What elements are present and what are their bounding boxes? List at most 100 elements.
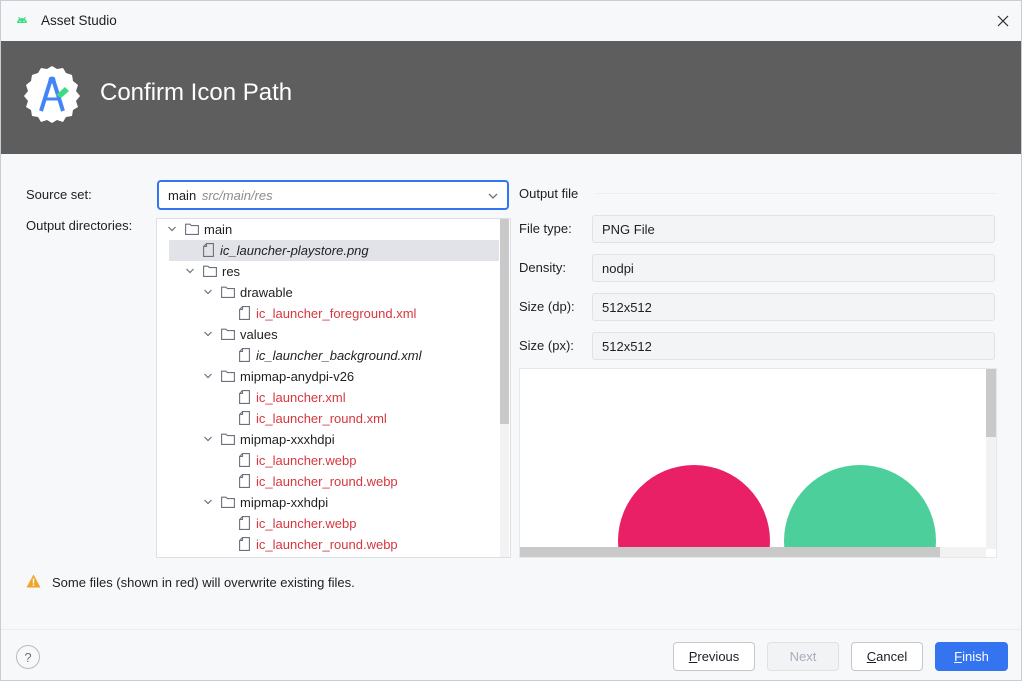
density-value: nodpi — [602, 261, 634, 276]
chevron-down-icon[interactable] — [203, 330, 213, 338]
cancel-button[interactable]: Cancel — [851, 642, 923, 671]
file-icon — [239, 390, 250, 404]
window-title: Asset Studio — [41, 13, 117, 28]
size-px-field: 512x512 — [592, 332, 995, 360]
file-type-value: PNG File — [602, 222, 655, 237]
file-icon — [239, 474, 250, 488]
density-field: nodpi — [592, 254, 995, 282]
footer-divider — [1, 629, 1021, 630]
file-icon — [239, 453, 250, 467]
size-px-label: Size (px): — [519, 338, 574, 353]
tree-file-row[interactable]: ic_launcher_round.webp — [157, 534, 499, 555]
section-divider — [597, 193, 997, 194]
folder-icon — [203, 265, 217, 277]
folder-icon — [185, 223, 199, 235]
file-icon — [203, 243, 214, 257]
folder-icon — [221, 496, 235, 508]
tree-folder-label: values — [240, 327, 278, 342]
chevron-down-icon[interactable] — [203, 435, 213, 443]
preview-vertical-thumb[interactable] — [986, 369, 996, 437]
file-icon — [239, 306, 250, 320]
source-set-label: Source set: — [26, 187, 92, 202]
tree-file-label-overwrite: ic_launcher_round.xml — [256, 411, 387, 426]
tree-file-label-overwrite: ic_launcher_round.webp — [256, 537, 398, 552]
output-directories-tree[interactable]: ic_launcher_round.webp ic_launcher.webp mi… — [156, 218, 511, 558]
help-icon: ? — [24, 649, 32, 665]
file-type-field: PNG File — [592, 215, 995, 243]
previous-button[interactable]: Previous — [673, 642, 755, 671]
file-icon — [239, 516, 250, 530]
density-label: Density: — [519, 260, 566, 275]
warning-icon — [26, 574, 41, 588]
tree-folder-row[interactable]: mipmap-xxxhdpi — [157, 429, 499, 450]
finish-button[interactable]: Finish — [935, 642, 1008, 671]
folder-icon — [221, 370, 235, 382]
size-dp-field: 512x512 — [592, 293, 995, 321]
source-set-value: main src/main/res — [168, 188, 273, 203]
tree-file-label: ic_launcher_background.xml — [256, 348, 422, 363]
output-directories-label: Output directories: — [26, 218, 133, 233]
title-bar: Asset Studio — [1, 1, 1021, 41]
chevron-down-icon[interactable] — [167, 225, 177, 233]
tree-folder-label: mipmap-anydpi-v26 — [240, 369, 355, 384]
header-banner: Confirm Icon Path — [1, 41, 1021, 154]
tree-file-row[interactable]: ic_launcher_round.webp — [157, 471, 499, 492]
tree-file-label-overwrite: ic_launcher_round.webp — [256, 474, 398, 489]
tree-folder-row[interactable]: mipmap-xxhdpi — [157, 492, 499, 513]
tree-folder-row[interactable]: drawable — [157, 282, 499, 303]
help-button[interactable]: ? — [16, 645, 40, 669]
asset-studio-dialog: Asset Studio Confirm Icon Path Source se… — [0, 0, 1022, 681]
tree-file-row[interactable]: ic_launcher_round.xml — [157, 408, 499, 429]
tree-file-label-overwrite: ic_launcher_foreground.xml — [256, 306, 417, 321]
file-icon — [239, 411, 250, 425]
next-button[interactable]: Next — [767, 642, 839, 671]
file-icon — [239, 348, 250, 362]
tree-folder-row[interactable]: values — [157, 324, 499, 345]
tree-file-row[interactable]: ic_launcher.webp — [157, 513, 499, 534]
android-studio-logo — [24, 66, 80, 123]
size-dp-label: Size (dp): — [519, 299, 575, 314]
icon-preview — [519, 368, 997, 558]
tree-folder-label: main — [204, 222, 233, 237]
tree-folder-label: mipmap-xxhdpi — [240, 495, 329, 510]
tree-file-row[interactable]: ic_launcher.xml — [157, 387, 499, 408]
chevron-down-icon[interactable] — [185, 267, 195, 275]
preview-image — [618, 465, 936, 557]
folder-icon — [221, 433, 235, 445]
source-set-select[interactable]: main src/main/res — [157, 180, 509, 210]
chevron-down-icon[interactable] — [203, 288, 213, 296]
tree-folder-label: mipmap-xxxhdpi — [240, 432, 335, 447]
tree-folder-label: drawable — [240, 285, 293, 300]
chevron-down-icon[interactable] — [203, 498, 213, 506]
tree-file-label-overwrite: ic_launcher.webp — [256, 453, 357, 468]
tree-folder-row[interactable]: mipmap-anydpi-v26 — [157, 366, 499, 387]
tree-folder-row[interactable]: res — [157, 261, 499, 282]
page-title: Confirm Icon Path — [100, 79, 293, 106]
tree-scrollbar-thumb[interactable] — [500, 219, 509, 424]
tree-file-row[interactable]: ic_launcher-playstore.png — [169, 240, 499, 261]
preview-horizontal-thumb[interactable] — [520, 547, 940, 557]
size-dp-value: 512x512 — [602, 300, 652, 315]
chevron-down-icon — [488, 193, 498, 199]
close-button[interactable] — [993, 11, 1013, 31]
tree-file-row[interactable]: ic_launcher.webp — [157, 450, 499, 471]
tree-file-label-overwrite: ic_launcher.webp — [256, 516, 357, 531]
tree-file-row[interactable]: ic_launcher_foreground.xml — [157, 303, 499, 324]
close-icon — [997, 15, 1009, 27]
android-icon — [17, 16, 27, 23]
tree-file-label: ic_launcher-playstore.png — [220, 243, 369, 258]
tree-file-label-overwrite: ic_launcher.xml — [256, 390, 346, 405]
output-file-section-title: Output file — [519, 186, 579, 201]
folder-icon — [221, 328, 235, 340]
tree-folder-label: res — [222, 264, 241, 279]
source-set-name: main — [168, 188, 197, 203]
chevron-down-icon[interactable] — [203, 372, 213, 380]
tree-folder-row[interactable]: main — [157, 219, 499, 240]
warning-text: Some files (shown in red) will overwrite… — [52, 575, 355, 590]
file-icon — [239, 537, 250, 551]
file-type-label: File type: — [519, 221, 572, 236]
size-px-value: 512x512 — [602, 339, 652, 354]
source-set-path: src/main/res — [201, 188, 273, 203]
tree-file-row[interactable]: ic_launcher_background.xml — [157, 345, 499, 366]
folder-icon — [221, 286, 235, 298]
